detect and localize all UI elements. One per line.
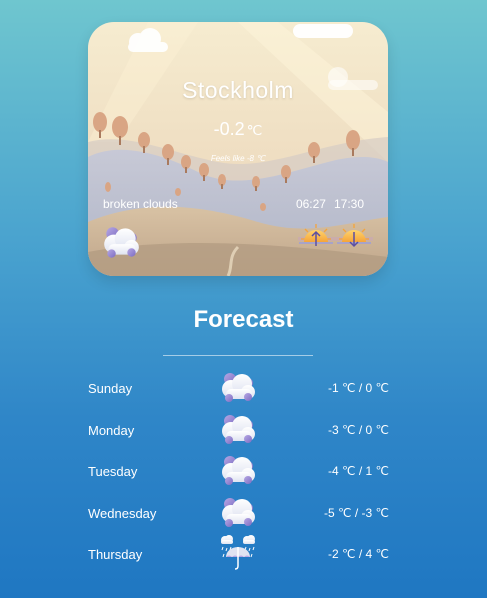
sunset-time: 17:30 <box>333 197 364 211</box>
weather-description: broken clouds <box>103 197 178 211</box>
cloud-icon <box>218 494 258 530</box>
forecast-row-sunday: Sunday -1 ℃ / 0 ℃ <box>88 367 389 409</box>
forecast-list: Sunday -1 ℃ / 0 ℃ Monday -3 ℃ / 0 ℃ Tues… <box>88 367 389 575</box>
forecast-temps: -5 ℃ / -3 ℃ <box>324 505 389 520</box>
forecast-day: Thursday <box>88 547 143 562</box>
forecast-day: Monday <box>88 422 135 438</box>
forecast-day: Wednesday <box>88 505 157 521</box>
forecast-day: Tuesday <box>88 464 138 479</box>
forecast-row-wednesday: Wednesday -5 ℃ / -3 ℃ <box>88 492 389 534</box>
cloud-icon <box>218 369 258 405</box>
rain-umbrella-icon <box>221 535 255 570</box>
forecast-temps: -2 ℃ / 4 ℃ <box>328 547 389 561</box>
forecast-day: Sunday <box>88 381 133 396</box>
forecast-divider <box>163 355 313 356</box>
forecast-row-thursday: Thursday -2 ℃ / 4 ℃ <box>88 533 389 575</box>
current-temperature: -0.2 ℃ <box>88 119 388 140</box>
forecast-temps: -4 ℃ / 1 ℃ <box>328 464 389 478</box>
forecast-title: Forecast <box>193 306 294 333</box>
sunrise-icon <box>299 224 333 246</box>
forecast-row-tuesday: Tuesday -4 ℃ / 1 ℃ <box>88 450 389 492</box>
cloud-icon <box>218 452 258 488</box>
forecast-row-monday: Monday -3 ℃ / 0 ℃ <box>88 409 389 451</box>
cloud-icon <box>218 411 258 447</box>
forecast-temps: -3 ℃ / 0 ℃ <box>328 422 389 437</box>
sunset-icon <box>337 224 371 248</box>
sunrise-time: 06:27 <box>295 197 326 211</box>
sun-times: 06:27 17:30 <box>296 197 364 211</box>
weather-card: Stockholm -0.2 ℃ Feels like -8 ℃ broken c… <box>88 22 388 276</box>
forecast-temps: -1 ℃ / 0 ℃ <box>328 381 389 395</box>
feels-like-text: Feels like -8 ℃ <box>210 154 266 163</box>
temperature-value: -0.2 <box>213 119 245 139</box>
city-name: Stockholm <box>182 77 294 103</box>
temperature-unit: ℃ <box>246 122 263 138</box>
cloud-icon <box>100 222 142 262</box>
